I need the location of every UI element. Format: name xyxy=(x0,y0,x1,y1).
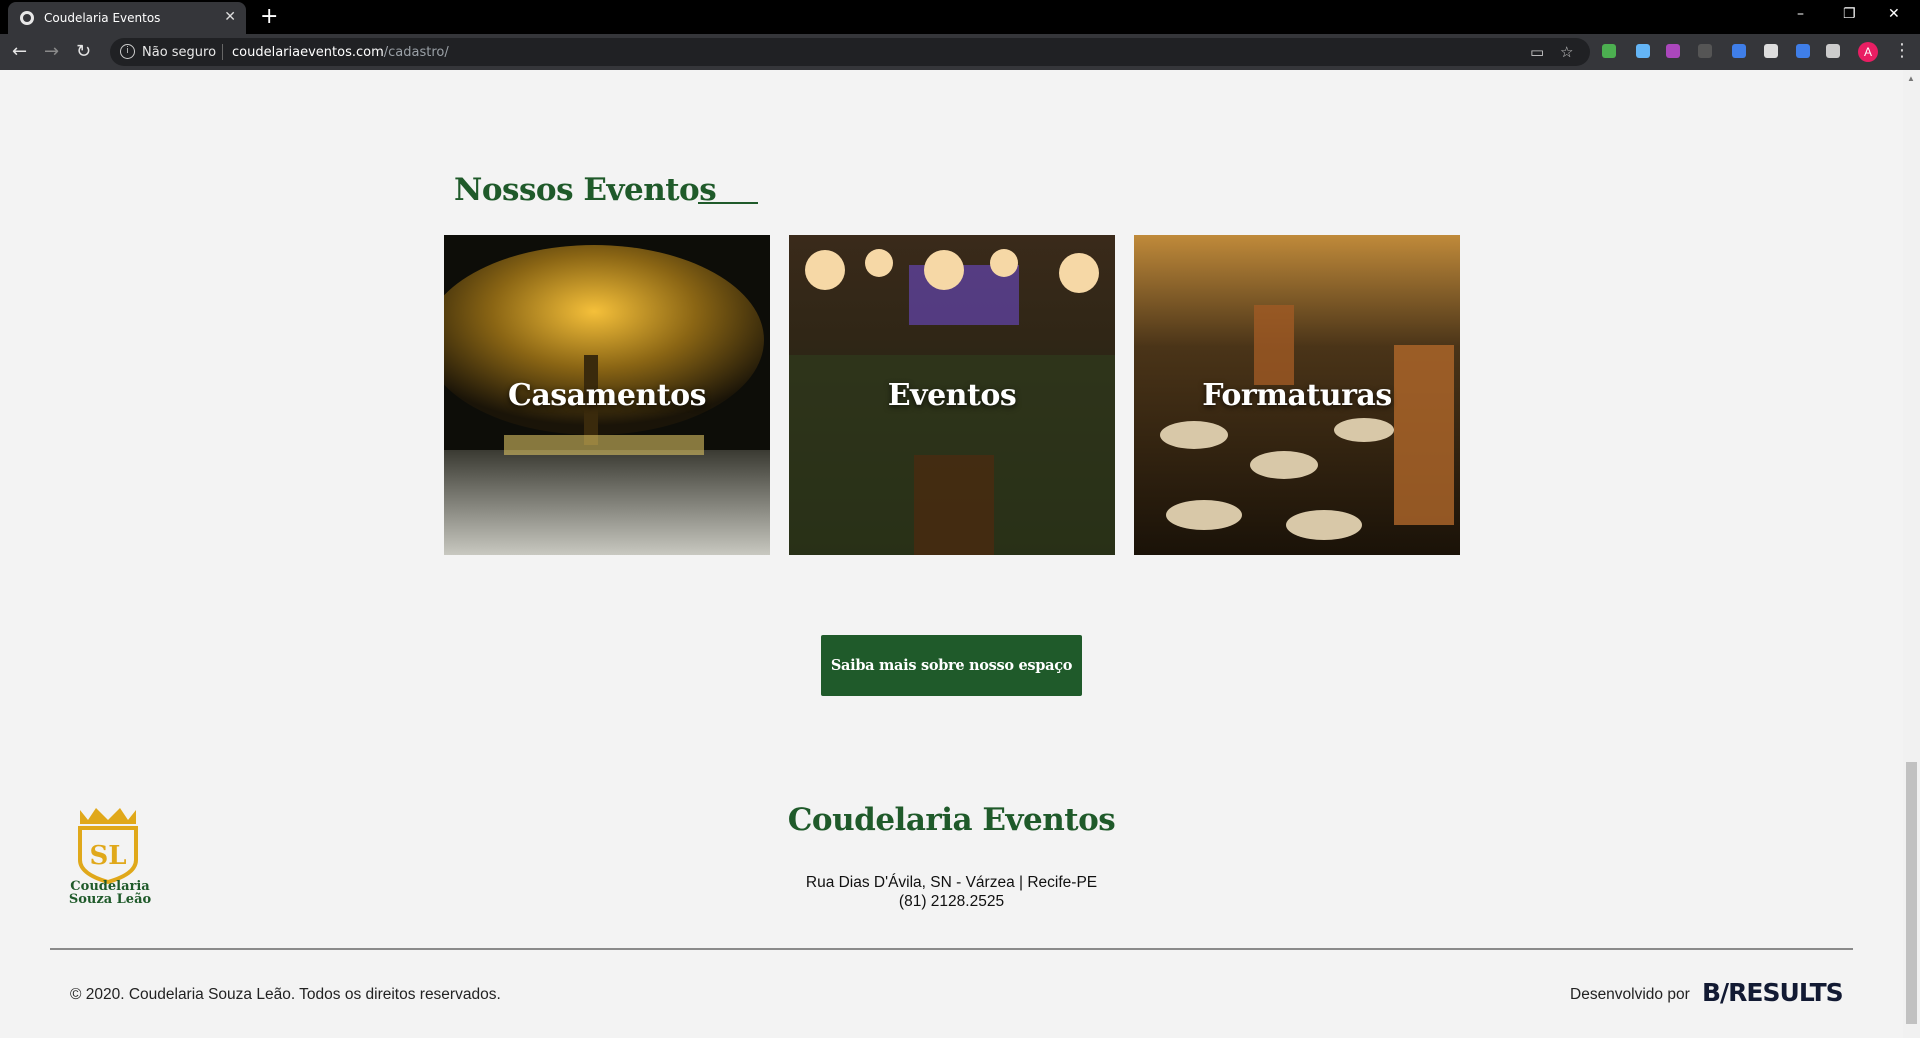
browser-tab-bar: Coudelaria Eventos ✕ + – ❐ ✕ xyxy=(0,0,1920,34)
cast-icon[interactable]: ▭ xyxy=(1530,43,1544,61)
address-bar[interactable]: i Não seguro coudelariaeventos.com/cadas… xyxy=(110,38,1590,66)
card-casamentos[interactable]: Casamentos xyxy=(444,235,770,555)
minimize-button[interactable]: – xyxy=(1797,6,1804,22)
address-separator xyxy=(222,44,223,60)
close-window-button[interactable]: ✕ xyxy=(1888,6,1900,22)
security-label[interactable]: Não seguro xyxy=(142,45,216,60)
url-host: coudelariaeventos.com xyxy=(232,45,384,60)
info-icon[interactable]: i xyxy=(120,44,135,59)
tab-title: Coudelaria Eventos xyxy=(44,11,161,25)
reload-icon[interactable]: ↻ xyxy=(76,41,91,62)
tab-close-icon[interactable]: ✕ xyxy=(224,9,236,25)
results-logo[interactable]: B/RESULTS xyxy=(1702,978,1844,1007)
extension-icon-3[interactable] xyxy=(1666,44,1680,58)
extension-icon-1[interactable] xyxy=(1602,44,1616,58)
developed-by-text: Desenvolvido por xyxy=(1570,986,1690,1003)
footer-phone: (81) 2128.2525 xyxy=(898,893,1005,910)
card-label-formaturas: Formaturas xyxy=(1202,377,1392,413)
back-icon[interactable]: ← xyxy=(12,41,27,62)
title-underline xyxy=(698,202,758,204)
extension-icon-6[interactable] xyxy=(1764,44,1778,58)
page-scrollbar[interactable]: ▲ xyxy=(1903,70,1920,1038)
card-label-eventos: Eventos xyxy=(887,377,1017,413)
restore-button[interactable]: ❐ xyxy=(1843,6,1856,22)
bookmark-star-icon[interactable]: ☆ xyxy=(1560,43,1573,61)
menu-icon[interactable]: ⋮ xyxy=(1893,40,1911,61)
card-eventos[interactable]: Eventos xyxy=(789,235,1115,555)
browser-toolbar: ← → ↻ i Não seguro coudelariaeventos.com… xyxy=(0,34,1920,70)
learn-more-button[interactable]: Saiba mais sobre nosso espaço xyxy=(821,635,1082,696)
footer-address: Rua Dias D'Ávila, SN - Várzea | Recife-P… xyxy=(805,874,1098,891)
forward-icon[interactable]: → xyxy=(44,41,59,62)
copyright-text: © 2020. Coudelaria Souza Leão. Todos os … xyxy=(70,986,501,1003)
extension-icon-5[interactable] xyxy=(1732,44,1746,58)
logo-monogram: SL xyxy=(89,841,126,871)
scrollbar-thumb[interactable] xyxy=(1906,762,1917,1024)
new-tab-button[interactable]: + xyxy=(260,4,278,29)
profile-avatar[interactable]: A xyxy=(1858,42,1878,62)
card-label-casamentos: Casamentos xyxy=(507,377,707,413)
card-formaturas[interactable]: Formaturas xyxy=(1134,235,1460,555)
extension-icon-2[interactable] xyxy=(1636,44,1650,58)
scroll-up-icon[interactable]: ▲ xyxy=(1907,74,1915,83)
url-text[interactable]: coudelariaeventos.com/cadastro/ xyxy=(232,45,449,60)
browser-tab[interactable]: Coudelaria Eventos ✕ xyxy=(8,2,246,34)
extension-icon-7[interactable] xyxy=(1796,44,1810,58)
section-title: Nossos Eventos xyxy=(454,172,717,208)
globe-icon xyxy=(20,11,34,25)
url-path: /cadastro/ xyxy=(383,45,449,60)
footer-divider xyxy=(50,948,1853,950)
footer-title: Coudelaria Eventos xyxy=(787,802,1116,838)
extension-icon-4[interactable] xyxy=(1698,44,1712,58)
puzzle-icon[interactable] xyxy=(1826,44,1840,58)
